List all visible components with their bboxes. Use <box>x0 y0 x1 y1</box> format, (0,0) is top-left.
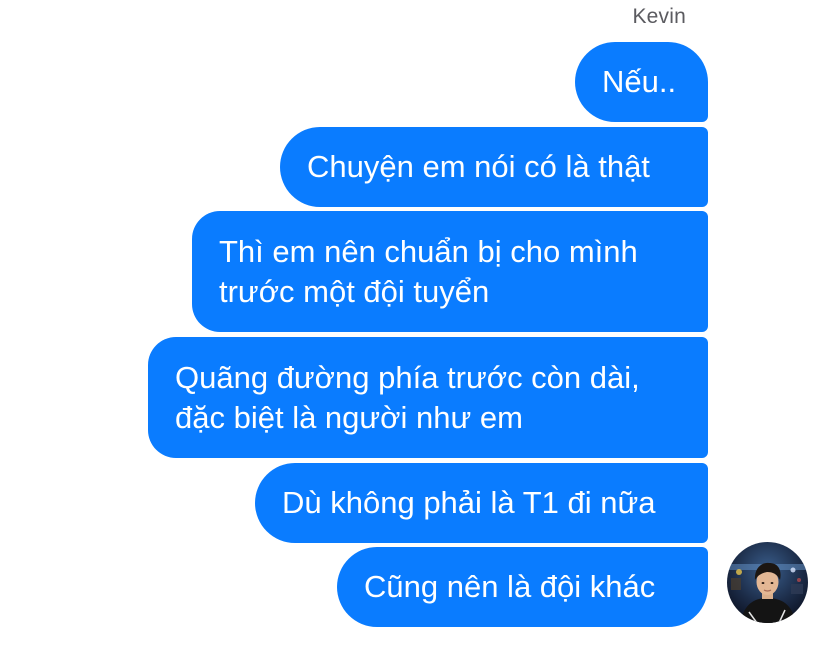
avatar[interactable] <box>727 542 808 623</box>
message-bubble[interactable]: Thì em nên chuẩn bị cho mình trước một đ… <box>192 211 708 332</box>
message-text: Nếu.. <box>602 64 677 99</box>
message-text-line: Thì em nên chuẩn bị cho mình <box>219 233 638 269</box>
message-text: Chuyện em nói có là thật <box>307 149 650 184</box>
message-text: Cũng nên là đội khác <box>364 569 656 604</box>
sender-name: Kevin <box>632 5 686 28</box>
profile-photo-icon <box>727 542 808 623</box>
message-bubble[interactable]: Cũng nên là đội khác <box>337 547 708 627</box>
message-text: Dù không phải là T1 đi nữa <box>282 485 656 520</box>
message-bubble[interactable]: Nếu.. <box>575 42 708 122</box>
message-text-line: đặc biệt là người như em <box>175 399 523 435</box>
message-text-line: trước một đội tuyển <box>219 273 490 309</box>
message-bubble[interactable]: Chuyện em nói có là thật <box>280 127 708 207</box>
message-bubble[interactable]: Quãng đường phía trước còn dài, đặc biệt… <box>148 337 708 458</box>
message-bubble[interactable]: Dù không phải là T1 đi nữa <box>255 463 708 543</box>
message-text-line: Quãng đường phía trước còn dài, <box>175 359 640 395</box>
